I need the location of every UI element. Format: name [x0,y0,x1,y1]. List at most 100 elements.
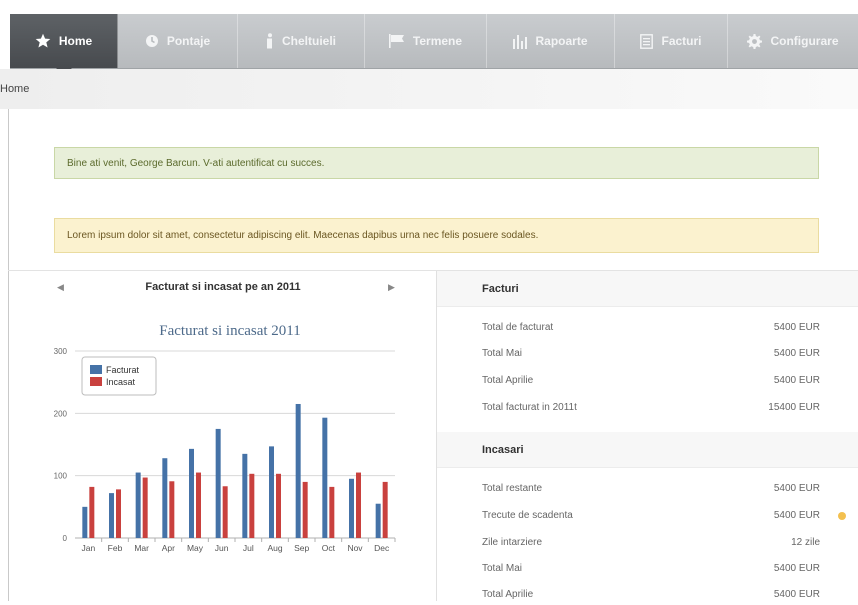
overdue-status-dot [838,512,846,520]
row-value: 5400 EUR [773,483,820,494]
bar-incasat [382,481,388,538]
nav-configurare-label: Configurare [770,34,839,48]
flag-icon [388,34,405,48]
row-value: 5400 EUR [773,322,820,333]
x-tick-label: Dec [374,543,390,553]
facturi-row: Total facturat in 2011t 15400 EUR [482,402,820,418]
row-value: 5400 EUR [773,563,820,574]
bar-facturat [242,453,248,538]
incasari-row: Trecute de scadenta 5400 EUR [482,510,820,526]
nav-termene-label: Termene [412,34,463,48]
breadcrumb: Home [0,69,858,109]
chart-header-title: Facturat si incasat pe an 2011 [145,281,301,293]
row-label: Total restante [482,483,543,494]
row-label: Zile intarziere [482,537,543,548]
nav-rapoarte-label: Rapoarte [535,34,588,48]
bar-incasat [116,489,121,538]
nav-pontaje[interactable]: Pontaje [118,14,238,68]
x-tick-label: Apr [162,543,175,553]
left-border [8,109,9,601]
incasari-row: Total Mai 5400 EUR [482,563,820,579]
info-icon [266,33,274,49]
gear-icon [747,33,763,49]
y-tick-label: 300 [54,347,68,356]
nav-facturi[interactable]: Facturi [615,14,728,68]
chart-title: Facturat si incasat 2011 [159,323,301,339]
bar-incasat [169,481,175,538]
facturi-row: Total de facturat 5400 EUR [482,322,820,338]
nav-cheltuieli-label: Cheltuieli [281,34,336,48]
nav-configurare[interactable]: Configurare [728,14,858,68]
bar-incasat [302,481,308,538]
bar-facturat [189,448,194,538]
row-label: Total Aprilie [482,589,534,600]
bar-facturat [322,417,328,538]
row-label: Total Aprilie [482,375,534,386]
bar-facturat [82,506,88,538]
x-tick-label: Mar [134,543,149,553]
y-tick-label: 0 [63,534,68,543]
revenue-chart: Facturat si incasat 2011 0 100 200 300 Jan Feb… [54,323,396,553]
bar-chart-icon [513,33,528,49]
incasari-row: Total Aprilie 5400 EUR [482,589,820,605]
row-label: Total Mai [482,348,523,359]
info-alert: Lorem ipsum dolor sit amet, consectetur … [54,218,819,253]
next-arrow-icon[interactable]: ▶ [388,282,395,293]
facturi-row: Total Aprilie 5400 EUR [482,375,820,391]
row-value: 15400 EUR [768,402,820,413]
success-alert: Bine ati venit, George Barcun. V-ati aut… [54,147,819,179]
bar-facturat [375,503,381,538]
row-value: 12 zile [791,537,820,548]
bar-facturat [295,403,301,538]
incasari-title: Incasari [482,443,524,456]
nav-cheltuieli[interactable]: Cheltuieli [238,14,365,68]
bar-facturat [215,428,221,538]
x-tick-label: Jul [243,543,254,553]
bar-incasat [142,477,148,538]
bar-incasat [249,473,255,538]
nav-rapoarte[interactable]: Rapoarte [487,14,615,68]
legend-swatch [90,365,102,374]
row-label: Total de facturat [482,322,554,333]
incasari-row: Zile intarziere 12 zile [482,537,820,553]
y-tick-label: 200 [54,409,68,418]
nav-pontaje-label: Pontaje [166,34,211,48]
bar-incasat [329,486,335,538]
chart-header: ◀ Facturat si incasat pe an 2011 ▶ [10,276,436,302]
nav-home-label: Home [58,34,93,48]
row-label: Total facturat in 2011t [482,402,577,413]
breadcrumb-home[interactable]: Home [0,83,29,95]
bar-facturat [109,493,114,538]
x-tick-label: Aug [267,543,282,553]
x-tick-label: Jan [81,543,95,553]
facturi-row: Total Mai 5400 EUR [482,348,820,364]
x-tick-label: Oct [322,543,336,553]
row-value: 5400 EUR [773,589,820,600]
facturi-header: Facturi [437,271,858,307]
legend-label: Incasat [106,377,136,387]
nav-termene[interactable]: Termene [365,14,487,68]
y-tick-label: 100 [54,472,68,481]
row-label: Total Mai [482,563,523,574]
legend-label: Facturat [106,365,140,375]
bar-facturat [162,458,168,538]
star-icon [35,33,51,49]
nav-facturi-label: Facturi [661,34,702,48]
bar-incasat [222,486,228,538]
bar-incasat [196,472,201,538]
row-value: 5400 EUR [773,348,820,359]
bar-incasat [356,472,361,538]
bar-incasat [276,473,281,538]
legend-swatch [90,377,102,386]
incasari-header: Incasari [437,432,858,468]
x-tick-label: Feb [108,543,123,553]
facturi-title: Facturi [482,282,519,295]
legend-box [81,356,157,396]
row-label: Trecute de scadenta [482,510,573,521]
success-alert-text: Bine ati venit, George Barcun. V-ati aut… [67,157,325,169]
nav-home[interactable]: Home [10,14,118,75]
bar-facturat [269,446,274,538]
main-nav: Home Pontaje Cheltuieli Termene Rapoarte… [10,14,858,75]
x-tick-label: May [187,543,204,553]
row-value: 5400 EUR [773,375,820,386]
